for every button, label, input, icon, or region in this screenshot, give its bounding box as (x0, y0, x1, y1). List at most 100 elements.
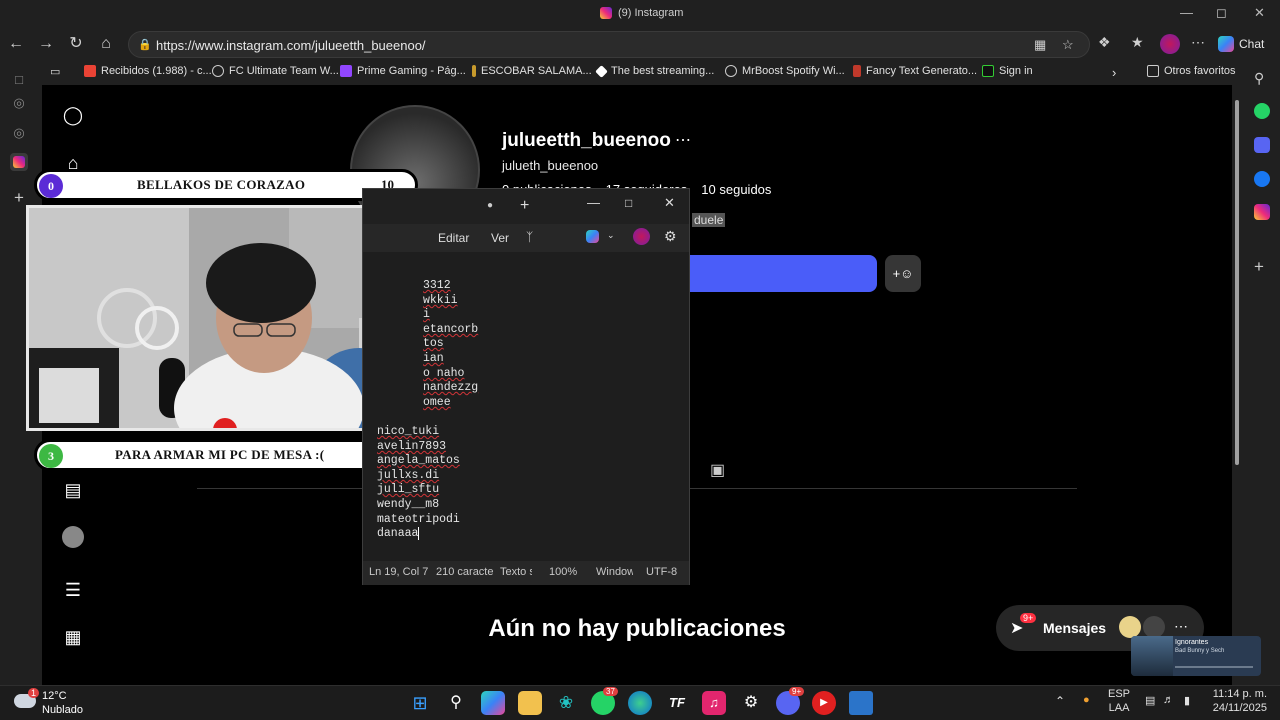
text-line: danaaa (377, 527, 419, 540)
menu-edit[interactable]: Editar (438, 231, 469, 245)
url-text[interactable]: https://www.instagram.com/julueetth_buee… (156, 38, 426, 53)
back-icon[interactable]: ← (5, 33, 27, 55)
minimize-icon[interactable]: — (587, 195, 600, 210)
instagram-icon[interactable] (1254, 204, 1270, 220)
tab-icon[interactable]: ◎ (10, 95, 28, 113)
account-avatar[interactable] (633, 228, 650, 245)
goal-bar-top: 0 BELLAKOS DE CORAZAO 10 (34, 169, 418, 201)
maximize-icon[interactable]: □ (625, 196, 632, 210)
app-icon[interactable]: ⚙ (739, 691, 763, 715)
search-icon[interactable]: ⚲ (1254, 70, 1270, 86)
weather-badge: 1 (28, 688, 40, 698)
notepad-icon[interactable] (849, 691, 873, 715)
media-miniplayer[interactable]: Ignorantes Bad Bunny y Sech (1131, 636, 1261, 676)
settings-gear-icon[interactable]: ⚙ (664, 228, 677, 245)
new-tab-icon[interactable]: + (520, 197, 529, 215)
other-favorites-folder[interactable]: Otros favoritos (1147, 65, 1236, 77)
profile-avatar[interactable] (62, 526, 84, 548)
add-sidebar-app-icon[interactable]: + (1254, 257, 1270, 276)
chat-button[interactable]: Chat (1218, 33, 1276, 55)
instagram-tab-icon[interactable] (10, 153, 28, 171)
copilot-icon[interactable] (586, 230, 599, 243)
minimize-icon[interactable]: — (1180, 5, 1193, 20)
battery-icon[interactable]: ▮ (1184, 694, 1190, 707)
bookmark-prime-gaming[interactable]: Prime Gaming - Pág... (340, 65, 466, 77)
zoom-level[interactable]: 100% (549, 566, 577, 578)
microphone-icon[interactable]: ● (1083, 694, 1090, 706)
facebook-icon[interactable] (1254, 171, 1270, 187)
tab-icon[interactable]: ◎ (10, 125, 28, 143)
bookmark-streaming[interactable]: The best streaming... (595, 64, 714, 78)
character-count: 210 caracte (436, 566, 494, 578)
more-icon: ⋯ (1174, 618, 1188, 634)
maximize-icon[interactable]: ◻ (1216, 5, 1227, 21)
address-bar[interactable]: 🔒 https://www.instagram.com/julueetth_bu… (128, 31, 1090, 58)
window-title-text: (9) Instagram (618, 7, 684, 19)
bookmark-fancy-text[interactable]: Fancy Text Generato... (853, 65, 977, 77)
app-icon[interactable]: ❀ (554, 691, 578, 715)
refresh-icon[interactable]: ↻ (65, 33, 87, 55)
network-icon[interactable]: ▤ (1145, 694, 1155, 707)
media-player-icon[interactable]: ▶ (812, 691, 836, 715)
new-tab-icon[interactable]: + (10, 188, 28, 207)
menu-view[interactable]: Ver (491, 231, 509, 245)
favorite-star-icon[interactable]: ☆ (1062, 37, 1074, 53)
tab-actions-icon[interactable]: □ (10, 72, 28, 90)
bio-text: duele (692, 213, 726, 227)
volume-icon[interactable]: ♬ (1163, 694, 1174, 706)
tiktok-icon[interactable]: ♫ (702, 691, 726, 715)
browser-right-sidebar: ⚲ + (1244, 60, 1280, 685)
bookmark-sign-in[interactable]: Sign in (982, 65, 1033, 77)
page-scrollbar[interactable] (1233, 100, 1241, 660)
forward-icon[interactable]: → (35, 33, 57, 55)
browser-titlebar: (9) Instagram — ◻ ✕ (0, 0, 1280, 28)
bookmark-escobar[interactable]: ESCOBAR SALAMA... (472, 65, 592, 77)
instagram-logo-icon[interactable]: ◯ (62, 105, 84, 127)
chat-label: Chat (1239, 37, 1265, 51)
folder-icon (1147, 65, 1159, 77)
home-icon[interactable]: ⌂ (95, 33, 117, 55)
bookmarks-overflow-chevron-icon[interactable]: › (1112, 65, 1116, 80)
pen-icon (472, 65, 476, 77)
search-icon[interactable]: ⚲ (444, 691, 468, 715)
encoding: UTF-8 (646, 566, 678, 578)
bookmark-mrboost[interactable]: MrBoost Spotify Wi... (725, 65, 845, 77)
follow-button[interactable] (682, 255, 877, 292)
favorites-icon[interactable]: ★ (1131, 34, 1144, 51)
close-icon[interactable]: ✕ (664, 195, 675, 211)
edge-icon[interactable] (628, 691, 652, 715)
profile-avatar[interactable] (1160, 34, 1180, 54)
options-icon[interactable]: ⋯ (675, 130, 691, 150)
app-available-icon[interactable]: ▦ (1034, 37, 1046, 53)
text-line: avelin7893 (377, 440, 447, 453)
text-line: nico_tuki (377, 425, 440, 438)
discord-icon[interactable] (1254, 137, 1270, 153)
bookmark-fc-ultimate[interactable]: FC Ultimate Team W... (212, 65, 339, 77)
taskbar: 1 12°C Nublado ⊞ ⚲ ❀ 37 TF ♫ ⚙ 9+ ▶ ⌃ ● … (0, 685, 1280, 720)
text-line: jullxs.di (377, 469, 440, 482)
suggested-users-icon[interactable]: +☺ (885, 255, 921, 292)
text-format-icon[interactable]: ᛉ (526, 230, 533, 244)
lock-icon[interactable]: 🔒 (138, 38, 152, 51)
clock[interactable]: 11:14 p. m. 24/11/2025 (1205, 688, 1267, 714)
copilot-icon[interactable] (481, 691, 505, 715)
bookmark-gmail[interactable]: Recibidos (1.988) - c... (84, 65, 212, 77)
close-icon[interactable]: ✕ (1254, 5, 1265, 21)
more-menu-icon[interactable]: ☰ (62, 580, 84, 602)
bookmarks-toggle-icon[interactable]: ▭ (50, 65, 60, 78)
bookmark-label: Prime Gaming - Pág... (357, 65, 466, 77)
file-explorer-icon[interactable] (518, 691, 542, 715)
more-menu-icon[interactable]: ⋯ (1191, 34, 1205, 51)
tagged-tab-icon[interactable]: ▣ (710, 460, 725, 480)
dashboard-icon[interactable]: ▤ (62, 480, 84, 502)
extensions-icon[interactable]: ❖ (1098, 34, 1111, 51)
tf-app-icon[interactable]: TF (665, 691, 689, 715)
following-count[interactable]: 10 seguidos (701, 182, 771, 197)
language-indicator[interactable]: ESP LAA (1108, 688, 1130, 714)
bookmark-label: FC Ultimate Team W... (229, 65, 339, 77)
chevron-down-icon[interactable]: ⌄ (607, 230, 615, 241)
notepad-text-area[interactable]: 3312 wkkii i etancorb tos ian o naho nan… (363, 252, 689, 561)
show-hidden-icons-chevron-icon[interactable]: ⌃ (1055, 694, 1065, 708)
whatsapp-icon[interactable] (1254, 103, 1270, 119)
start-icon[interactable]: ⊞ (408, 691, 432, 715)
